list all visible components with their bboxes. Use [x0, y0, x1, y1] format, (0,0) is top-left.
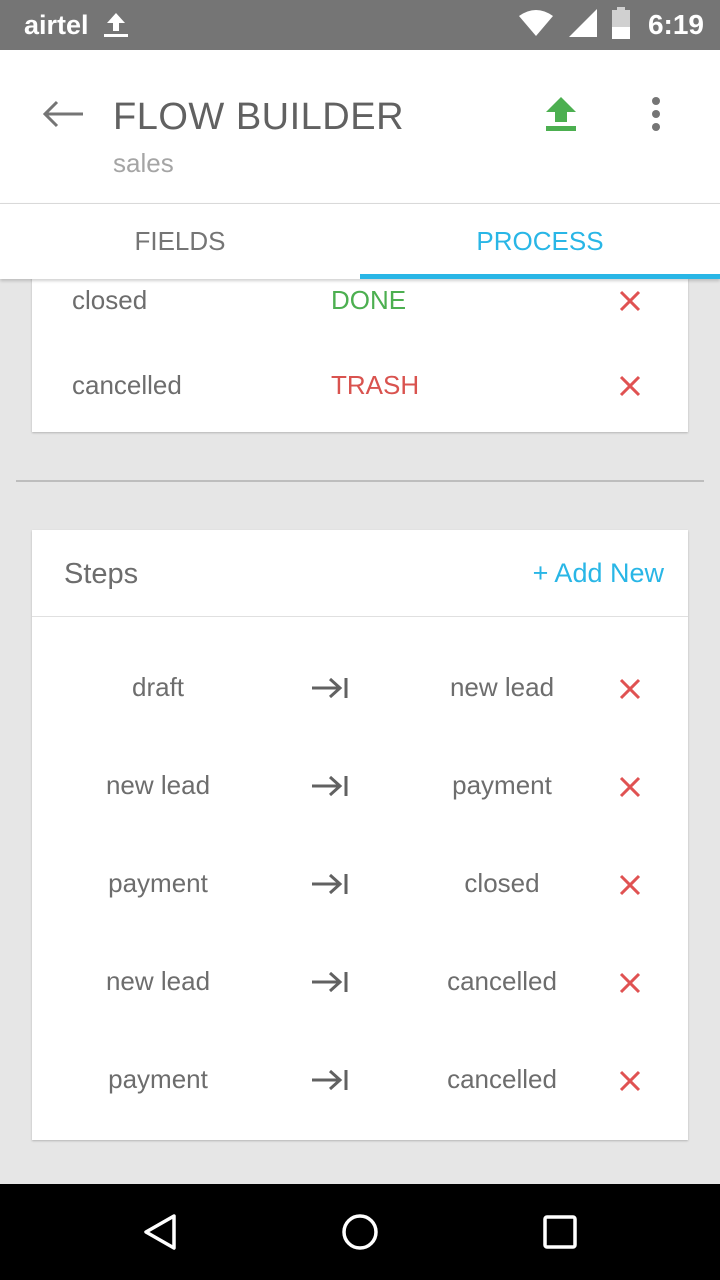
- steps-header: Steps + Add New: [32, 530, 688, 617]
- state-tag-trash: TRASH: [331, 370, 420, 400]
- nav-home-icon: [342, 1214, 378, 1250]
- delete-state-button[interactable]: [610, 366, 650, 406]
- wifi-icon: [518, 9, 554, 42]
- app-bar: FLOW BUILDER sales: [0, 50, 720, 203]
- step-row: new lead cancelled: [32, 930, 688, 1028]
- close-icon: [619, 972, 641, 994]
- signal-icon: [568, 8, 598, 43]
- arrow-to-bar-icon: [308, 772, 352, 800]
- step-from: payment: [108, 868, 208, 898]
- delete-state-button[interactable]: [610, 281, 650, 321]
- steps-title: Steps: [64, 558, 139, 590]
- more-vert-icon: [652, 97, 660, 131]
- step-from: draft: [131, 672, 185, 702]
- step-to: cancelled: [447, 1064, 557, 1094]
- page-subtitle: sales: [113, 148, 174, 178]
- delete-step-button[interactable]: [610, 669, 650, 709]
- nav-recents-icon: [543, 1215, 577, 1249]
- tab-process[interactable]: PROCESS: [360, 204, 720, 279]
- delete-step-button[interactable]: [610, 767, 650, 807]
- clock: 6:19: [647, 9, 704, 40]
- back-arrow-icon: [42, 100, 83, 128]
- delete-step-button[interactable]: [610, 1061, 650, 1101]
- delete-step-button[interactable]: [610, 963, 650, 1003]
- step-to: cancelled: [447, 966, 557, 996]
- state-name: closed: [72, 285, 148, 315]
- status-right: 6:19: [504, 6, 704, 44]
- state-row: cancelled TRASH: [32, 356, 688, 416]
- step-from: payment: [108, 1064, 208, 1094]
- step-from: new lead: [105, 770, 211, 800]
- steps-card: Steps + Add New draft new lead new lead …: [32, 530, 688, 1140]
- step-from: new lead: [105, 966, 211, 996]
- battery-icon: [611, 6, 630, 44]
- close-icon: [619, 1070, 641, 1092]
- step-row: draft new lead: [32, 636, 688, 734]
- state-row: closed DONE: [32, 279, 688, 331]
- delete-step-button[interactable]: [610, 865, 650, 905]
- section-divider: [16, 480, 704, 482]
- step-to: closed: [464, 868, 540, 898]
- tab-bar: FIELDS PROCESS: [0, 203, 720, 279]
- close-icon: [619, 776, 641, 798]
- nav-recents-button[interactable]: [536, 1208, 584, 1256]
- step-to: payment: [452, 770, 552, 800]
- upload-button[interactable]: [540, 92, 582, 136]
- system-nav-bar: [0, 1184, 720, 1280]
- nav-back-icon: [144, 1214, 176, 1250]
- back-button[interactable]: [38, 92, 88, 136]
- status-left: airtel: [24, 10, 131, 41]
- status-bar: airtel 6:19: [0, 0, 720, 50]
- upload-icon: [546, 97, 576, 131]
- close-icon: [619, 290, 641, 312]
- nav-home-button[interactable]: [336, 1208, 384, 1256]
- arrow-to-bar-icon: [308, 674, 352, 702]
- step-row: new lead payment: [32, 734, 688, 832]
- step-row: payment closed: [32, 832, 688, 930]
- state-tag-done: DONE: [331, 285, 407, 315]
- process-content[interactable]: closed DONE cancelled TRASH Steps + Add …: [0, 279, 720, 1184]
- page-title: FLOW BUILDER: [113, 96, 405, 138]
- close-icon: [619, 678, 641, 700]
- carrier-name: airtel: [24, 9, 89, 40]
- add-step-button[interactable]: + Add New: [533, 558, 664, 589]
- arrow-to-bar-icon: [308, 1066, 352, 1094]
- step-row: payment cancelled: [32, 1028, 688, 1126]
- close-icon: [619, 375, 641, 397]
- close-icon: [619, 874, 641, 896]
- states-card: closed DONE cancelled TRASH: [32, 279, 688, 432]
- upload-icon: [101, 11, 131, 39]
- nav-back-button[interactable]: [136, 1208, 184, 1256]
- state-name: cancelled: [72, 370, 182, 400]
- more-options-button[interactable]: [636, 92, 676, 136]
- tab-fields[interactable]: FIELDS: [0, 204, 360, 279]
- step-to: new lead: [449, 672, 555, 702]
- arrow-to-bar-icon: [308, 968, 352, 996]
- arrow-to-bar-icon: [308, 870, 352, 898]
